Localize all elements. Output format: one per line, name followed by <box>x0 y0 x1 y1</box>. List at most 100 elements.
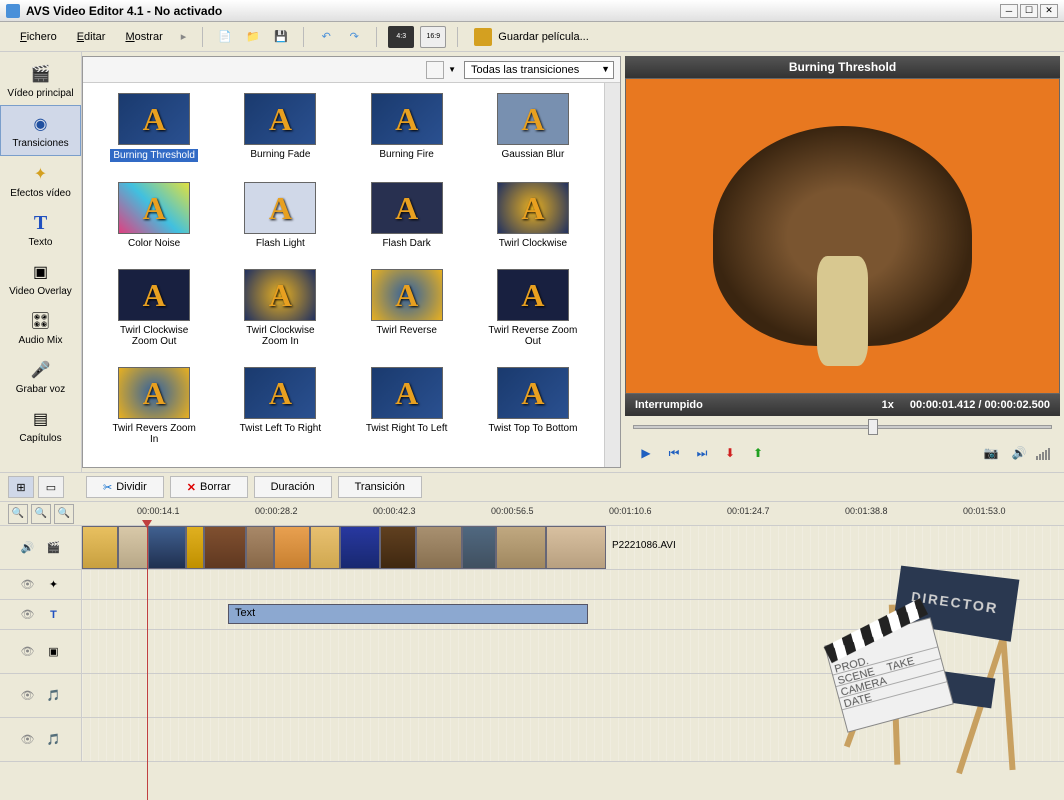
playback-speed: 1x <box>882 399 894 411</box>
transition-thumb[interactable]: ATwist Left To Right <box>219 367 341 457</box>
eye-icon[interactable]: 👁 <box>19 687 37 705</box>
preview-statusbar: Interrumpido 1x 00:00:01.412 / 00:00:02.… <box>625 394 1060 416</box>
clip[interactable] <box>186 526 204 569</box>
clip[interactable] <box>118 526 148 569</box>
transition-thumb[interactable]: ATwist Top To Bottom <box>472 367 594 457</box>
sidebar-capitulos[interactable]: ▤Capítulos <box>0 401 81 450</box>
minimize-button[interactable]: ─ <box>1000 4 1018 18</box>
view-dropdown-icon[interactable]: ▼ <box>448 65 456 74</box>
zoom-out-button[interactable]: 🔍 <box>31 504 51 524</box>
clip[interactable] <box>340 526 380 569</box>
sidebar-video-principal[interactable]: 🎬Vídeo principal <box>0 56 81 105</box>
sidebar-efectos[interactable]: ✦Efectos vídeo <box>0 156 81 205</box>
zoom-in-button[interactable]: 🔍 <box>54 504 74 524</box>
save-icon[interactable]: 💾 <box>270 26 292 48</box>
menu-mostrar[interactable]: Mostrar <box>115 27 172 47</box>
transition-thumb[interactable]: AGaussian Blur <box>472 93 594 174</box>
view-mode-icon[interactable] <box>426 61 444 79</box>
storyboard-view-button[interactable]: ▭ <box>38 476 64 498</box>
preview-title: Burning Threshold <box>625 56 1060 78</box>
aspect-4-3-icon[interactable]: 4:3 <box>388 26 414 48</box>
audio-track-icon: 🎵 <box>45 687 63 705</box>
transition-thumb[interactable]: ABurning Fade <box>219 93 341 174</box>
menu-editar[interactable]: Editar <box>67 27 116 47</box>
slider-thumb[interactable] <box>868 419 878 435</box>
transition-thumb[interactable]: ATwirl Clockwise Zoom Out <box>93 269 215 359</box>
eye-icon[interactable]: 👁 <box>19 606 37 624</box>
clip[interactable] <box>496 526 546 569</box>
sidebar-grabar-voz[interactable]: 🎤Grabar voz <box>0 352 81 401</box>
transition-thumb[interactable]: ABurning Threshold <box>93 93 215 174</box>
undo-icon[interactable]: ↶ <box>315 26 337 48</box>
clip[interactable] <box>82 526 118 569</box>
playhead[interactable] <box>147 526 148 800</box>
window-title: AVS Video Editor 4.1 - No activado <box>26 4 998 18</box>
text-track-icon: T <box>45 606 63 624</box>
transition-button[interactable]: Transición <box>338 476 422 498</box>
menu-fichero[interactable]: Fichero <box>10 27 67 47</box>
video-track-icon: 🎬 <box>45 539 63 557</box>
transition-thumb[interactable]: ATwirl Revers Zoom In <box>93 367 215 457</box>
preview-slider[interactable] <box>625 416 1060 438</box>
video-clips[interactable] <box>82 526 1064 569</box>
audio-mix-icon: 🎛 <box>27 309 55 333</box>
track-video: 🔊 🎬 P2221086.AVI <box>0 526 1064 570</box>
transition-thumb[interactable]: ATwirl Clockwise Zoom In <box>219 269 341 359</box>
browser-scrollbar[interactable] <box>604 83 620 467</box>
clip[interactable] <box>380 526 416 569</box>
transition-thumb[interactable]: AColor Noise <box>93 182 215 261</box>
clip[interactable] <box>310 526 340 569</box>
transition-thumb[interactable]: ATwirl Clockwise <box>472 182 594 261</box>
aspect-16-9-icon[interactable]: 16:9 <box>420 26 446 48</box>
next-frame-button[interactable]: ⏭ <box>691 442 713 464</box>
eye-icon[interactable]: 👁 <box>19 576 37 594</box>
text-clip[interactable]: Text <box>228 604 588 624</box>
transition-thumb[interactable]: ATwirl Reverse <box>346 269 468 359</box>
sidebar-audiomix[interactable]: 🎛Audio Mix <box>0 303 81 352</box>
eye-icon[interactable]: 👁 <box>19 731 37 749</box>
save-movie-button[interactable]: Guardar película... <box>474 28 589 46</box>
sidebar-overlay[interactable]: ▣Video Overlay <box>0 254 81 303</box>
volume-button[interactable]: 🔊 <box>1008 442 1030 464</box>
clip[interactable] <box>148 526 186 569</box>
clip[interactable] <box>546 526 606 569</box>
volume-level-icon[interactable] <box>1036 446 1050 460</box>
transition-thumb[interactable]: ATwirl Reverse Zoom Out <box>472 269 594 359</box>
transitions-filter-dropdown[interactable]: Todas las transiciones <box>464 61 614 79</box>
prev-frame-button[interactable]: ⏮ <box>663 442 685 464</box>
close-button[interactable]: ✕ <box>1040 4 1058 18</box>
snapshot-button[interactable]: 📷 <box>980 442 1002 464</box>
redo-icon[interactable]: ↷ <box>343 26 365 48</box>
timeline-ruler[interactable]: 00:00:14.100:00:28.200:00:42.300:00:56.5… <box>97 504 1056 524</box>
open-folder-icon[interactable]: 📁 <box>242 26 264 48</box>
sidebar-texto[interactable]: TTexto <box>0 205 81 254</box>
eye-icon[interactable]: 👁 <box>19 643 37 661</box>
transition-thumb[interactable]: ABurning Fire <box>346 93 468 174</box>
delete-button[interactable]: ✕Borrar <box>170 476 248 498</box>
mark-in-button[interactable]: ⬇ <box>719 442 741 464</box>
maximize-button[interactable]: ☐ <box>1020 4 1038 18</box>
play-button[interactable]: ▶ <box>635 442 657 464</box>
timeline-view-button[interactable]: ⊞ <box>8 476 34 498</box>
ruler-mark: 00:00:28.2 <box>255 506 298 516</box>
clip[interactable] <box>274 526 310 569</box>
split-button[interactable]: ✂Dividir <box>86 476 164 498</box>
transition-thumb[interactable]: AFlash Dark <box>346 182 468 261</box>
clip[interactable] <box>462 526 496 569</box>
sidebar-transiciones[interactable]: ◉Transiciones <box>0 105 81 156</box>
zoom-fit-button[interactable]: 🔍 <box>8 504 28 524</box>
new-file-icon[interactable]: 📄 <box>214 26 236 48</box>
track-audio2: 👁🎵 <box>0 718 1064 762</box>
video-track-body[interactable]: P2221086.AVI <box>82 526 1064 569</box>
transition-thumb[interactable]: ATwist Right To Left <box>346 367 468 457</box>
clip[interactable] <box>204 526 246 569</box>
mark-out-button[interactable]: ⬆ <box>747 442 769 464</box>
preview-controls: ▶ ⏮ ⏭ ⬇ ⬆ 📷 🔊 <box>625 438 1060 468</box>
preview-viewport[interactable] <box>625 78 1060 394</box>
transition-thumb[interactable]: AFlash Light <box>219 182 341 261</box>
clip[interactable] <box>416 526 462 569</box>
menu-more-icon[interactable]: ▸ <box>173 26 195 47</box>
duration-button[interactable]: Duración <box>254 476 332 498</box>
clip[interactable] <box>246 526 274 569</box>
speaker-icon[interactable]: 🔊 <box>19 539 37 557</box>
